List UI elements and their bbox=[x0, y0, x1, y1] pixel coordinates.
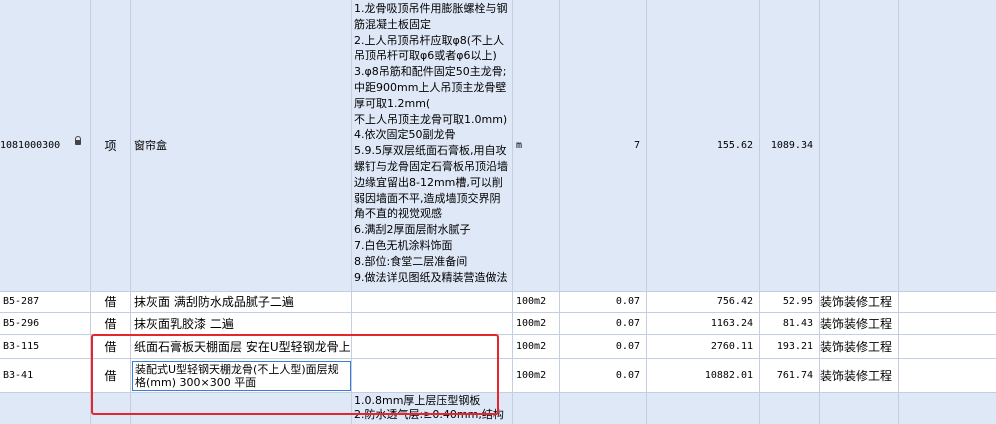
code-cell[interactable]: B3-41 bbox=[0, 359, 91, 393]
extra-cell bbox=[899, 0, 996, 292]
name-cell[interactable]: 抹灰面乳胶漆 二遍 bbox=[131, 313, 352, 335]
total-cell[interactable]: 81.43 bbox=[760, 313, 820, 335]
unit-price-cell[interactable]: 1163.24 bbox=[647, 313, 760, 335]
lock-icon bbox=[75, 136, 81, 145]
description-text: 1.龙骨吸顶吊件用膨胀螺栓与钢筋混凝土板固定 2.上人吊顶吊杆应取φ8(不上人吊… bbox=[354, 2, 508, 284]
quantity-cell[interactable]: 7 bbox=[560, 0, 647, 292]
unit-cell[interactable]: 100m2 bbox=[513, 292, 560, 313]
code-cell[interactable]: B5-287 bbox=[0, 292, 91, 313]
type-cell[interactable]: 借 bbox=[91, 292, 131, 313]
total-cell[interactable]: 1089.34 bbox=[760, 0, 820, 292]
unit-cell[interactable]: m bbox=[513, 0, 560, 292]
quantity-cell[interactable]: 0.07 bbox=[560, 335, 647, 359]
extra-cell bbox=[899, 292, 996, 313]
unit-price-cell[interactable]: 155.62 bbox=[647, 0, 760, 292]
category-cell[interactable]: 装饰装修工程 bbox=[820, 292, 899, 313]
unit-price-cell[interactable] bbox=[647, 393, 760, 424]
unit-price-cell[interactable]: 10882.01 bbox=[647, 359, 760, 393]
total-cell[interactable] bbox=[760, 393, 820, 424]
total-cell[interactable]: 193.21 bbox=[760, 335, 820, 359]
highlight-annotation-box bbox=[91, 334, 499, 415]
quantity-cell[interactable]: 0.07 bbox=[560, 292, 647, 313]
unit-cell[interactable] bbox=[513, 393, 560, 424]
table-row[interactable]: 1081000300 项 窗帘盒 1.龙骨吸顶吊件用膨胀螺栓与钢筋混凝土板固定 … bbox=[0, 0, 996, 292]
category-cell[interactable]: 装饰装修工程 bbox=[820, 359, 899, 393]
quantity-cell[interactable] bbox=[560, 393, 647, 424]
quantity-cell[interactable]: 0.07 bbox=[560, 359, 647, 393]
quantity-cell[interactable]: 0.07 bbox=[560, 313, 647, 335]
unit-price-cell[interactable]: 756.42 bbox=[647, 292, 760, 313]
name-cell[interactable]: 抹灰面 满刮防水成品腻子二遍 bbox=[131, 292, 352, 313]
category-cell[interactable] bbox=[820, 0, 899, 292]
category-cell[interactable]: 装饰装修工程 bbox=[820, 313, 899, 335]
code-cell[interactable]: 1081000300 bbox=[0, 0, 91, 292]
name-cell[interactable]: 窗帘盒 bbox=[131, 0, 352, 292]
code-cell[interactable] bbox=[0, 393, 91, 424]
description-cell[interactable] bbox=[352, 313, 513, 335]
extra-cell bbox=[899, 359, 996, 393]
unit-cell[interactable]: 100m2 bbox=[513, 359, 560, 393]
unit-cell[interactable]: 100m2 bbox=[513, 313, 560, 335]
table-row[interactable]: B5-287 借 抹灰面 满刮防水成品腻子二遍 100m2 0.07 756.4… bbox=[0, 292, 996, 313]
extra-cell bbox=[899, 335, 996, 359]
code-cell[interactable]: B3-115 bbox=[0, 335, 91, 359]
item-code: 1081000300 bbox=[0, 139, 61, 151]
category-cell[interactable] bbox=[820, 393, 899, 424]
description-cell[interactable]: 1.龙骨吸顶吊件用膨胀螺栓与钢筋混凝土板固定 2.上人吊顶吊杆应取φ8(不上人吊… bbox=[352, 0, 513, 292]
total-cell[interactable]: 761.74 bbox=[760, 359, 820, 393]
type-cell[interactable]: 项 bbox=[91, 0, 131, 292]
type-cell[interactable]: 借 bbox=[91, 313, 131, 335]
table-row[interactable]: B5-296 借 抹灰面乳胶漆 二遍 100m2 0.07 1163.24 81… bbox=[0, 313, 996, 335]
extra-cell bbox=[899, 313, 996, 335]
category-cell[interactable]: 装饰装修工程 bbox=[820, 335, 899, 359]
code-cell[interactable]: B5-296 bbox=[0, 313, 91, 335]
extra-cell bbox=[899, 393, 996, 424]
total-cell[interactable]: 52.95 bbox=[760, 292, 820, 313]
unit-price-cell[interactable]: 2760.11 bbox=[647, 335, 760, 359]
bill-of-quantities-grid: 1081000300 项 窗帘盒 1.龙骨吸顶吊件用膨胀螺栓与钢筋混凝土板固定 … bbox=[0, 0, 996, 424]
description-cell[interactable] bbox=[352, 292, 513, 313]
unit-cell[interactable]: 100m2 bbox=[513, 335, 560, 359]
